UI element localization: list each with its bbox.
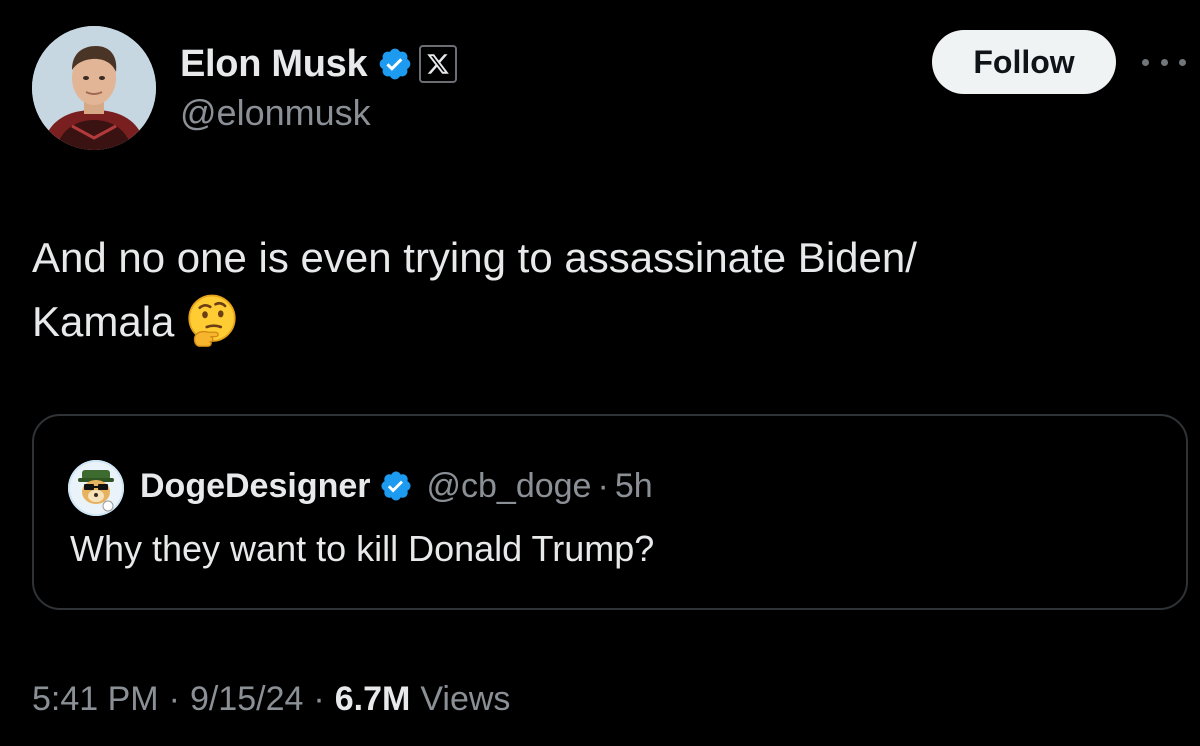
meta-separator: · [168,680,180,718]
tweet-text: And no one is even trying to assassinate… [32,226,1132,354]
quoted-separator: · [597,466,609,505]
quoted-header: DogeDesigner @cb_doge · 5h [140,462,653,510]
quoted-tweet-card[interactable]: DogeDesigner @cb_doge · 5h Why they want… [32,414,1188,610]
quoted-timestamp[interactable]: 5h [615,467,653,506]
tweet-detail: Elon Musk @elonmusk Follow And no one is… [0,0,1200,746]
author-avatar[interactable] [32,26,156,150]
quoted-handle[interactable]: @cb_doge [427,467,592,506]
tweet-text-line2: Kamala [32,298,175,345]
profile-photo-icon [32,26,156,150]
quoted-display-name[interactable]: DogeDesigner [140,467,371,506]
quoted-author-avatar[interactable] [68,460,124,516]
thinking-face-emoji-icon [188,294,237,347]
quoted-text: Why they want to kill Donald Trump? [70,528,655,569]
more-options-icon[interactable] [1142,50,1186,74]
author-name-row: Elon Musk [180,40,458,88]
views-label: Views [420,680,511,718]
meta-separator: · [313,680,325,718]
tweet-text-line1: And no one is even trying to assassinate… [32,234,917,281]
verified-badge-icon [380,471,411,501]
views-count: 6.7M [334,680,411,718]
author-display-name[interactable]: Elon Musk [180,43,368,86]
author-handle[interactable]: @elonmusk [180,92,371,134]
verified-badge-icon [379,48,411,80]
x-logo-icon [419,45,458,83]
tweet-date[interactable]: 9/15/24 [190,680,303,719]
tweet-time[interactable]: 5:41 PM [32,680,159,719]
tweet-meta: 5:41 PM · 9/15/24 · 6.7M Views [32,680,510,719]
follow-button[interactable]: Follow [932,30,1116,94]
doge-avatar-icon [68,460,124,516]
